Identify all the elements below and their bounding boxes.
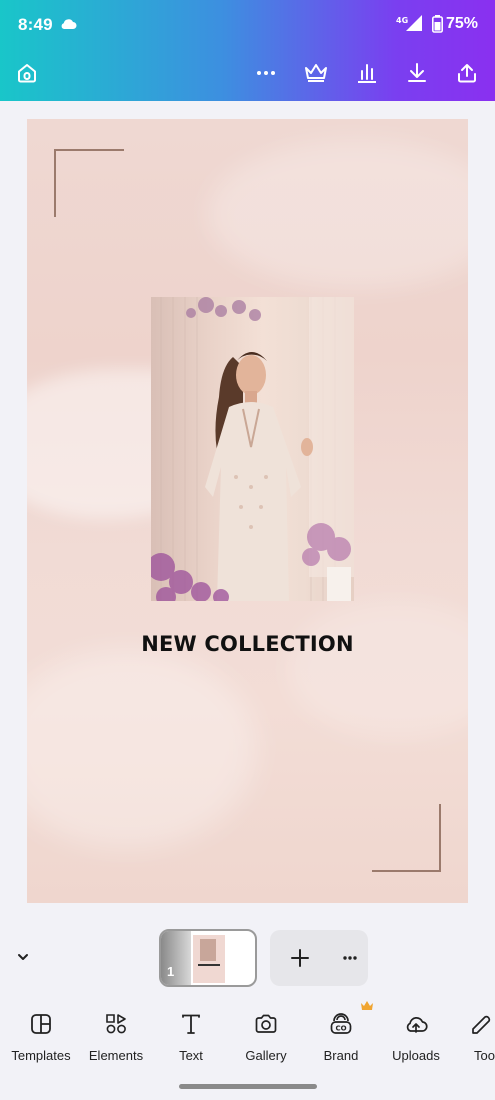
- more-button[interactable]: [251, 58, 281, 88]
- home-icon: [18, 64, 36, 83]
- cloud-icon: [59, 17, 77, 35]
- network-label: 4G: [396, 16, 408, 25]
- page-number: 1: [167, 964, 175, 979]
- tool-label: Text: [179, 1048, 203, 1063]
- page-actions: [270, 930, 368, 986]
- tool-label: Uploads: [392, 1048, 440, 1063]
- add-page-button[interactable]: [288, 946, 312, 970]
- more-icon: [343, 956, 357, 960]
- more-icon: [257, 71, 275, 75]
- chart-icon: [358, 64, 376, 83]
- tool-label: Too: [474, 1048, 495, 1063]
- editor-header: 8:49 4G 75%: [0, 0, 495, 101]
- page-more-button[interactable]: [338, 946, 362, 970]
- status-bar: 8:49 4G 75%: [0, 0, 495, 48]
- frame-corner-top-left[interactable]: [54, 149, 124, 217]
- background-texture: [287, 599, 468, 739]
- editor-toolbar: [0, 58, 495, 92]
- thumbnail-preview: [193, 935, 225, 983]
- tool-elements[interactable]: Elements: [76, 1003, 156, 1073]
- camera-icon: [255, 1014, 277, 1033]
- tool-label: Templates: [11, 1048, 71, 1063]
- frame-corner-bottom-right[interactable]: [372, 804, 441, 872]
- tool-label: Brand: [323, 1048, 359, 1063]
- collapse-button[interactable]: [13, 947, 33, 967]
- thumbnail-shade: [161, 931, 191, 985]
- design-canvas[interactable]: NEW COLLECTION: [27, 119, 468, 903]
- headline-text[interactable]: NEW COLLECTION: [27, 632, 468, 656]
- templates-icon: [31, 1014, 51, 1034]
- brand-icon: CO: [330, 1013, 352, 1034]
- crown-icon: [305, 64, 327, 82]
- tool-text[interactable]: Text: [151, 1003, 231, 1073]
- battery-icon: [432, 15, 443, 38]
- model-photo[interactable]: [151, 297, 354, 601]
- tool-label: Elements: [88, 1048, 144, 1063]
- download-button[interactable]: [402, 58, 432, 88]
- tool-gallery[interactable]: Gallery: [226, 1003, 306, 1073]
- page-thumbnail[interactable]: 1: [159, 929, 257, 987]
- share-icon: [458, 64, 476, 83]
- status-time: 8:49: [18, 15, 53, 34]
- svg-text:CO: CO: [335, 1025, 346, 1033]
- bottom-toolbar: Templates Elements Text Gallery CO Brand…: [0, 1001, 495, 1073]
- download-icon: [408, 63, 426, 82]
- signal-icon: 4G: [396, 14, 426, 37]
- elements-icon: [106, 1014, 126, 1034]
- gesture-home-bar[interactable]: [179, 1084, 317, 1089]
- tools-icon: [472, 1015, 491, 1034]
- tool-uploads[interactable]: Uploads: [376, 1003, 456, 1073]
- tool-label: Gallery: [245, 1048, 287, 1063]
- background-texture: [27, 649, 257, 849]
- battery-level: 75%: [446, 15, 479, 32]
- chevron-down-icon: [18, 954, 28, 960]
- plus-icon: [291, 949, 309, 967]
- text-icon: [182, 1014, 200, 1034]
- tool-tools[interactable]: Too: [451, 1003, 495, 1073]
- cloud-upload-icon: [406, 1017, 428, 1033]
- share-button[interactable]: [452, 58, 482, 88]
- tool-templates[interactable]: Templates: [1, 1003, 81, 1073]
- crown-icon: [361, 1001, 373, 1010]
- page-strip: 1: [0, 925, 495, 990]
- tool-brand[interactable]: CO Brand: [301, 1001, 381, 1073]
- home-button[interactable]: [12, 58, 42, 88]
- insights-button[interactable]: [352, 58, 382, 88]
- background-texture: [207, 139, 468, 289]
- premium-button[interactable]: [301, 58, 331, 88]
